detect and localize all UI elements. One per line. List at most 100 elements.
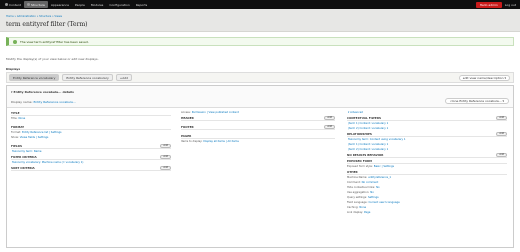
toolbar-item-configuration[interactable]: Configuration [106,1,132,8]
section-heading-text: RELATIONSHIPS [347,131,372,136]
filter-link[interactable]: Taxonomy vocabulary: Machine name (= voc… [12,161,83,164]
show-value-link[interactable]: Views fields [20,136,35,139]
section-heading-text: CONTEXTUAL FILTERS [347,115,382,120]
filter-add-button[interactable]: Add [160,154,171,159]
status-text: The view term entityref filter has been … [20,39,89,44]
section-other: OTHER Machine Name: entityreference_1 Com… [347,169,507,215]
toolbar-item-label: Reports [135,2,148,7]
toolbar-item-label: Modules [90,2,104,7]
column-right: ▾ Advanced CONTEXTUAL FILTERS Add (term 1… [347,110,507,215]
title-label: Title: [11,117,18,120]
aggregation-link[interactable]: No [370,191,374,194]
display-details-title[interactable]: ▾ Entity Reference vocabula... details [11,90,74,94]
toolbar-item-structure[interactable]: Structure [23,1,48,8]
section-heading-text: FIELDS [11,143,22,148]
section-heading-text: PAGER [181,133,192,138]
other-label: Hide contextual links: [347,186,376,189]
format-settings-link[interactable]: | Settings [49,131,61,134]
check-icon [13,39,17,44]
relationship-link[interactable]: Taxonomy term: Content using vocabulary … [348,138,406,141]
section-heading-text: HEADER [181,115,194,120]
structure-icon [26,3,30,6]
section-pager: PAGER Items to display: Display all items… [181,133,335,144]
contextual-links-link[interactable]: No [376,186,380,189]
advanced-toggle[interactable]: ▾ Advanced [348,111,363,114]
breadcrumb[interactable]: Home » Administration » Structure » View… [6,15,62,18]
intro-text: Modify the display(s) of your view below… [6,57,99,61]
toolbar-item-reports[interactable]: Reports [133,1,151,8]
title-value-link[interactable]: None [18,117,25,120]
access-value-link[interactable]: Permission [192,111,206,114]
field-link[interactable]: Taxonomy term: Name [12,150,41,153]
other-label: Machine Name: [347,176,368,179]
relationship-link[interactable]: (term 2) Content: vocabulary 1 [348,148,388,151]
admin-toolbar: Content Structure Appearance People Modu… [0,0,520,9]
exposed-settings-link[interactable]: | Settings [382,165,394,168]
toolbar-item-label: Appearance [50,2,69,7]
content-icon [5,3,8,6]
access-extra-link[interactable]: | View published content [207,111,239,114]
fields-add-button[interactable]: Add [160,143,171,148]
status-message: The view term entityref filter has been … [6,37,514,46]
toolbar-user-area: Hello admin Log out [475,1,520,8]
contextual-link[interactable]: (term 2) Content: vocabulary 1 [348,127,388,130]
machine-name-link[interactable]: entityreference_1 [368,176,391,179]
section-heading-text: FORMAT [11,124,25,129]
section-heading-text: SORT CRITERIA [11,165,35,170]
field-language-link[interactable]: Current user's language [369,201,400,204]
contextual-link[interactable]: (term 1) Content: vocabulary 1 [348,122,388,125]
relationship-link[interactable]: (term 1) Content: vocabulary 1 [348,143,388,146]
caching-link[interactable]: None [359,206,366,209]
toolbar-item-label: Configuration [109,2,130,7]
display-actions-dropdown[interactable]: clone Entity Reference vocabula... ▾ [445,98,509,104]
sort-add-button[interactable]: Add [160,165,171,170]
pager-value-link[interactable]: Display all items [203,140,224,143]
exposed-value-link[interactable]: Basic [374,165,381,168]
pager-row: Items to display: Display all items | All … [181,139,335,144]
pager-extra-link[interactable]: | All items [226,140,239,143]
display-name-row: Display name: Entity Reference vocabula.… [11,100,76,104]
section-exposed-form: EXPOSED FORM Exposed form style: Basic | S… [347,158,507,169]
section-filter-criteria: FILTER CRITERIA Add Taxonomy vocabulary: … [11,154,171,165]
show-settings-link[interactable]: | Settings [36,136,48,139]
section-contextual-filters: CONTEXTUAL FILTERS Add (term 1) Content: … [347,115,507,131]
tab-add-display[interactable]: +Add [115,74,133,81]
other-label: Use aggregation: [347,191,370,194]
show-label: Show: [11,136,19,139]
tab-display-1[interactable]: Entity Reference vocabulary [9,74,60,81]
display-name-link[interactable]: Entity Reference vocabula... [34,100,76,104]
toolbar-item-label: Content [9,2,21,7]
query-settings-link[interactable]: Settings [368,196,379,199]
contextual-add-button[interactable]: Add [496,115,507,120]
link-display-link[interactable]: Page [364,211,370,214]
column-middle: Access: Permission | View published conten… [181,110,335,144]
toolbar-item-appearance[interactable]: Appearance [48,1,72,8]
other-label: Field Language: [347,201,368,204]
header-add-button[interactable]: Add [324,115,335,120]
section-heading-text: NO RESULTS BEHAVIOR [347,152,384,157]
logout-link[interactable]: Log out [505,3,516,7]
page-title: term entityref filter (Term) [6,21,88,28]
access-label: Access: [181,111,191,114]
column-left: TITLE Title: None FORMAT Format: Entity Re… [11,110,171,171]
footer-add-button[interactable]: Add [324,124,335,129]
section-heading-text: EXPOSED FORM [347,158,372,163]
user-account-link[interactable]: Hello admin [475,1,502,8]
relationships-add-button[interactable]: Add [496,131,507,136]
toolbar-item-people[interactable]: People [72,1,88,8]
toolbar-item-modules[interactable]: Modules [88,1,106,8]
noresults-add-button[interactable]: Add [496,152,507,157]
edit-view-name-dropdown[interactable]: edit view name/description ▾ [458,74,510,81]
pager-label: Items to display: [181,140,203,143]
tab-display-2[interactable]: Entity Reference vocabulary [62,74,113,81]
display-tabs: Entity Reference vocabulary Entity Refer… [6,72,514,83]
other-label: Query settings: [347,196,367,199]
toolbar-item-content[interactable]: Content [2,1,24,8]
section-heading-text: FILTER CRITERIA [11,154,37,159]
page-header: Home » Administration » Structure » View… [0,9,520,32]
comment-link[interactable]: No comment [362,181,379,184]
section-heading-text: OTHER [347,169,358,174]
section-relationships: RELATIONSHIPS Add Taxonomy term: Content … [347,131,507,152]
format-value-link[interactable]: Entity Reference list [22,131,48,134]
display-details-panel: ▾ Entity Reference vocabula... details D… [6,85,514,248]
